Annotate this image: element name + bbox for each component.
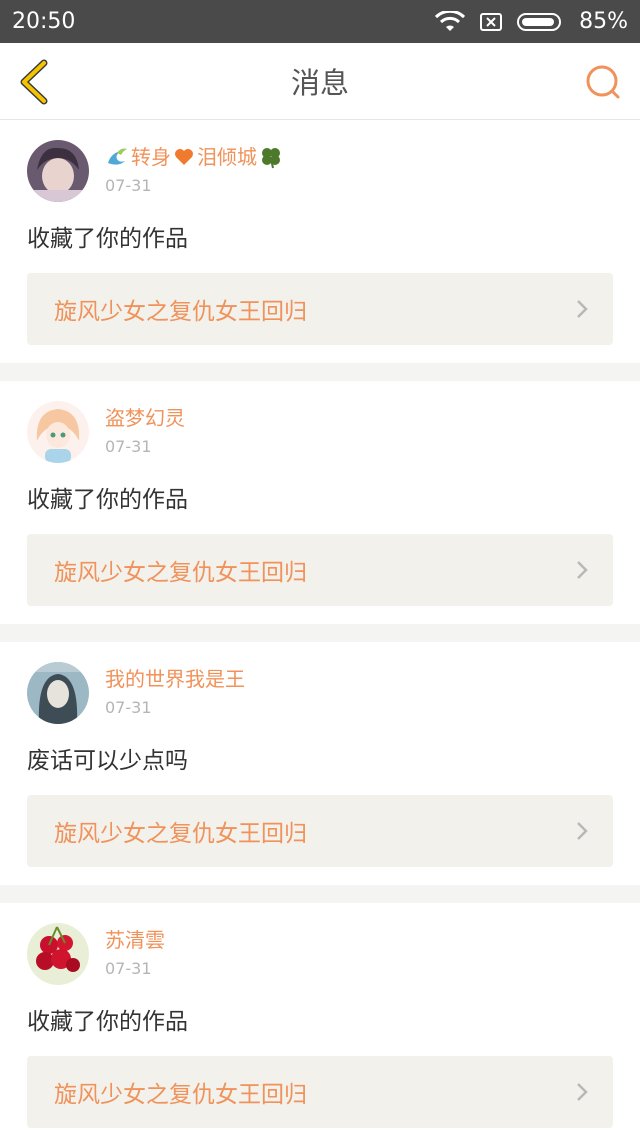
chevron-right-icon [577, 1083, 588, 1101]
username-text: 盗梦幻灵 [105, 406, 185, 430]
username[interactable]: 苏清雲 [105, 926, 165, 954]
clover-icon [262, 148, 280, 169]
status-bar: 20:50 85% [0, 0, 640, 43]
status-time: 20:50 [12, 9, 76, 34]
avatar[interactable] [27, 140, 89, 202]
username[interactable]: 盗梦幻灵 [105, 404, 185, 432]
work-link[interactable]: 旋风少女之复仇女王回归 [27, 1056, 613, 1128]
message-text: 收藏了你的作品 [27, 487, 188, 513]
message-text: 收藏了你的作品 [27, 1009, 188, 1035]
page-title: 消息 [290, 66, 349, 100]
avatar[interactable] [27, 401, 89, 463]
message-card: 盗梦幻灵 07-31 收藏了你的作品 旋风少女之复仇女王回归 [0, 381, 640, 624]
username-suffix: 泪倾城 [197, 145, 257, 169]
work-link[interactable]: 旋风少女之复仇女王回归 [27, 795, 613, 867]
wifi-icon [435, 10, 466, 31]
username-text: 转身 [131, 145, 171, 169]
search-button[interactable] [584, 63, 624, 103]
work-title: 旋风少女之复仇女王回归 [54, 299, 307, 325]
no-sim-icon [480, 12, 503, 31]
wave-emoji-icon [108, 148, 127, 165]
work-link[interactable]: 旋风少女之复仇女王回归 [27, 273, 613, 345]
heart-icon [175, 149, 193, 165]
message-date: 07-31 [105, 698, 152, 717]
work-title: 旋风少女之复仇女王回归 [54, 560, 307, 586]
battery-level: 85% [579, 9, 628, 34]
username-text: 我的世界我是王 [105, 667, 245, 691]
message-text: 废话可以少点吗 [27, 748, 188, 774]
message-date: 07-31 [105, 176, 152, 195]
username[interactable]: 我的世界我是王 [105, 665, 245, 693]
message-card: 苏清雲 07-31 收藏了你的作品 旋风少女之复仇女王回归 [0, 903, 640, 1138]
battery-icon [517, 12, 562, 31]
username-text: 苏清雲 [105, 928, 165, 952]
work-link[interactable]: 旋风少女之复仇女王回归 [27, 534, 613, 606]
search-icon [586, 65, 620, 99]
back-button[interactable] [14, 59, 54, 105]
message-card: 转身 泪倾城 07-31 收藏了你的作品 旋风少女之复仇女王回归 [0, 120, 640, 363]
back-arrow-icon [20, 59, 48, 105]
work-title: 旋风少女之复仇女王回归 [54, 1082, 307, 1108]
chevron-right-icon [577, 300, 588, 318]
work-title: 旋风少女之复仇女王回归 [54, 821, 307, 847]
avatar[interactable] [27, 923, 89, 985]
avatar[interactable] [27, 662, 89, 724]
message-date: 07-31 [105, 437, 152, 456]
message-card: 我的世界我是王 07-31 废话可以少点吗 旋风少女之复仇女王回归 [0, 642, 640, 885]
username[interactable]: 转身 泪倾城 [105, 143, 283, 171]
status-icons: 85% [435, 9, 628, 34]
message-date: 07-31 [105, 959, 152, 978]
chevron-right-icon [577, 561, 588, 579]
nav-bar: 消息 [0, 43, 640, 120]
message-list: 转身 泪倾城 07-31 收藏了你的作品 旋风少女之复仇女王回归 盗梦幻灵 07… [0, 120, 640, 1138]
message-text: 收藏了你的作品 [27, 226, 188, 252]
chevron-right-icon [577, 822, 588, 840]
